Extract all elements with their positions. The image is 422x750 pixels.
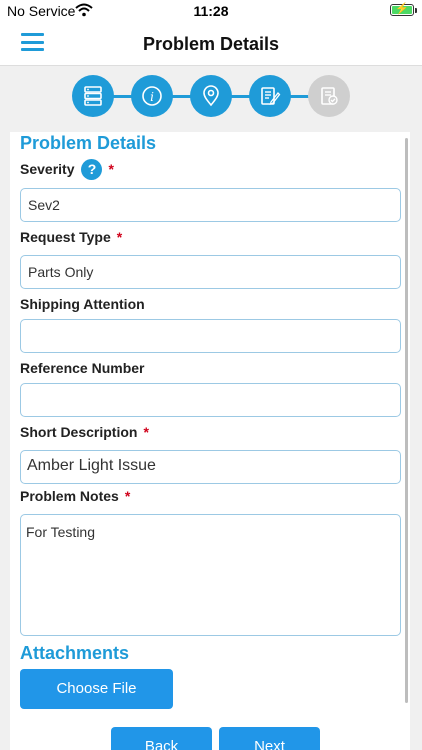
step-5-review[interactable] xyxy=(308,75,350,117)
request-type-field[interactable]: Parts Only xyxy=(20,255,401,289)
shipping-attention-label: Shipping Attention xyxy=(20,296,145,312)
short-description-field[interactable]: Amber Light Issue xyxy=(20,450,401,484)
request-type-label: Request Type * xyxy=(20,229,123,245)
svg-text:i: i xyxy=(150,90,154,104)
server-icon xyxy=(84,86,102,106)
required-marker: * xyxy=(143,424,149,440)
document-check-icon xyxy=(321,87,338,105)
problem-notes-label: Problem Notes * xyxy=(20,488,131,504)
step-3-location[interactable] xyxy=(190,75,232,117)
info-icon: i xyxy=(142,86,162,106)
short-description-label: Short Description * xyxy=(20,424,149,440)
reference-number-label: Reference Number xyxy=(20,360,145,376)
problem-notes-textarea[interactable]: For Testing xyxy=(20,514,401,636)
status-bar: No Service 11:28 ⚡ xyxy=(0,0,422,22)
step-2-info[interactable]: i xyxy=(131,75,173,117)
step-1-server[interactable] xyxy=(72,75,114,117)
page-title: Problem Details xyxy=(142,34,280,54)
battery-tip xyxy=(415,8,417,13)
next-button[interactable]: Next xyxy=(219,727,320,750)
back-button[interactable]: Back xyxy=(111,727,212,750)
help-icon[interactable]: ? xyxy=(81,159,103,180)
step-4-problem-details[interactable] xyxy=(249,75,291,117)
required-marker: * xyxy=(108,161,114,178)
severity-label: Severity? * xyxy=(20,159,114,181)
required-marker: * xyxy=(124,488,131,504)
attachments-title: Attachments xyxy=(20,643,130,663)
location-pin-icon xyxy=(203,85,219,107)
choose-file-button[interactable]: Choose File xyxy=(20,669,173,709)
clock-time: 11:28 xyxy=(193,3,229,19)
navigation-bar: Problem Details xyxy=(0,22,422,66)
progress-stepper: i xyxy=(0,66,422,128)
required-marker: * xyxy=(116,229,123,245)
scrollbar[interactable] xyxy=(405,138,408,703)
reference-number-field[interactable] xyxy=(20,383,401,417)
section-title: Problem Details xyxy=(20,133,157,153)
edit-document-icon xyxy=(261,87,281,105)
shipping-attention-field[interactable] xyxy=(20,319,401,353)
severity-field[interactable]: Sev2 xyxy=(20,188,401,222)
battery-icon: ⚡ xyxy=(390,3,414,16)
